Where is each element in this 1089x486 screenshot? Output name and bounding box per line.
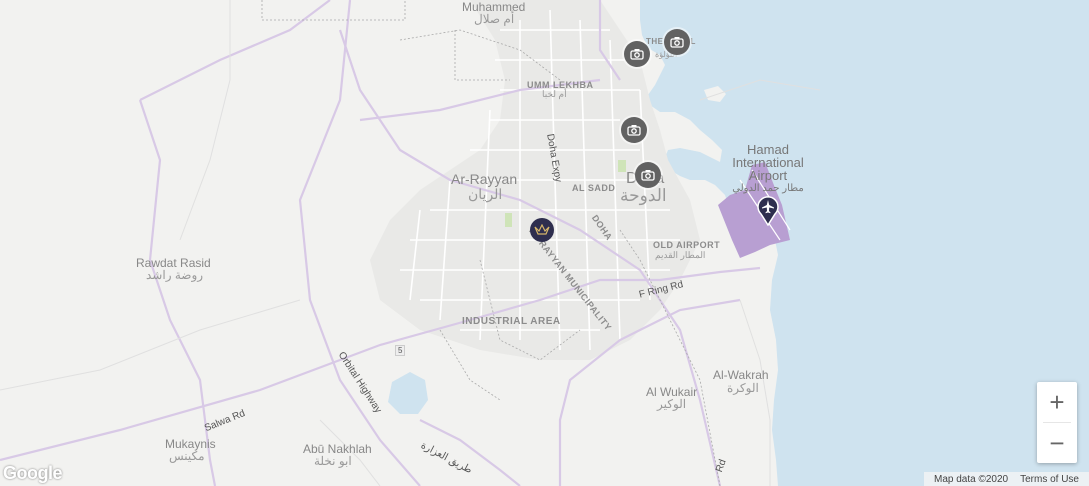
city-label-arabic: الدوحة (620, 186, 667, 205)
google-logo[interactable]: Google (3, 463, 63, 484)
crown-icon (534, 224, 550, 235)
camera-icon (627, 125, 641, 136)
district-label: AL SADD (572, 183, 616, 193)
district-label: INDUSTRIAL AREA (462, 316, 561, 327)
camera-icon (670, 37, 684, 48)
place-label-arabic: مكينس (169, 449, 205, 463)
terms-link[interactable]: Terms of Use (1014, 474, 1085, 485)
zoom-in-button[interactable]: + (1037, 382, 1077, 422)
map-attribution-bar: Map data ©2020 Terms of Use (924, 472, 1089, 486)
district-label-arabic: المطار القديم (655, 250, 706, 260)
photo-marker[interactable] (664, 29, 690, 55)
place-label-arabic: ابو نخلة (314, 454, 352, 468)
route-shield: 5 (395, 345, 406, 356)
airport-label-arabic: مطار حمد الدولي (732, 183, 804, 194)
camera-icon (630, 49, 644, 60)
hotel-marker[interactable] (530, 218, 554, 242)
place-label-arabic: أم صلال (474, 12, 515, 26)
airport-label-line: Airport (748, 168, 788, 183)
map-data-text: Map data ©2020 (934, 473, 1009, 485)
photo-marker[interactable] (621, 117, 647, 143)
place-label-arabic: روضة راشد (146, 268, 204, 282)
city-label-arabic: الريان (468, 186, 503, 202)
place-label: Al-Wakrah (713, 368, 769, 382)
airport-label: Hamad International Airport مطار حمد الد… (722, 143, 814, 195)
zoom-out-button[interactable]: − (1037, 423, 1077, 463)
place-label-arabic: الوكرة (727, 381, 759, 395)
place-label-arabic: الوكير (657, 397, 687, 411)
zoom-control: + − (1037, 382, 1077, 463)
camera-icon (641, 170, 655, 181)
airport-marker[interactable] (757, 196, 779, 226)
city-label: Ar-Rayyan (451, 171, 518, 187)
photo-marker[interactable] (635, 162, 661, 188)
district-label: OLD AIRPORT (653, 240, 721, 250)
district-label-arabic: أم لخبا (542, 89, 567, 99)
photo-marker[interactable] (624, 41, 650, 67)
park-area (505, 213, 512, 227)
park-area (618, 160, 626, 172)
